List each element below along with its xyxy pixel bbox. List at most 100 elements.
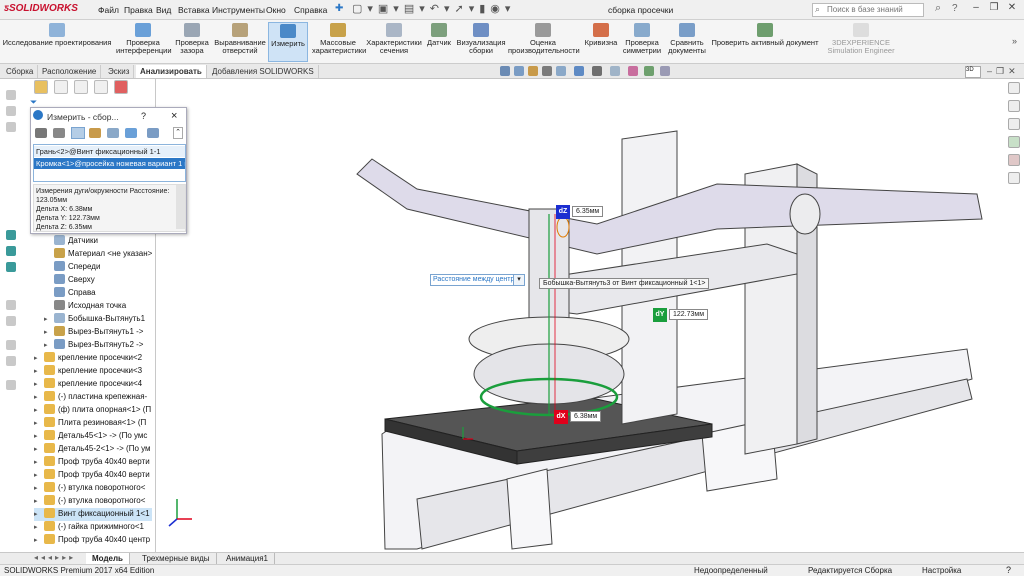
menu-edit[interactable]: Правка (124, 5, 153, 15)
help-icon[interactable]: ? (952, 3, 958, 14)
strip-icon-9[interactable] (6, 340, 16, 350)
simulation-engineer-button[interactable]: 3DEXPERIENCE Simulation Engineer (826, 22, 896, 62)
minimize-button[interactable]: – (968, 2, 984, 18)
appearances-icon[interactable] (1008, 154, 1020, 166)
strip-icon-1[interactable] (6, 90, 16, 100)
tree-item[interactable]: Исходная точка (44, 300, 152, 313)
edit-appearance-icon[interactable] (628, 66, 638, 76)
strip-icon-6[interactable] (6, 262, 16, 272)
3d-view-icon[interactable]: 3D (965, 66, 981, 78)
strip-icon-2[interactable] (6, 106, 16, 116)
tree-item[interactable]: ▸ Вырез-Вытянуть2 -> (44, 339, 152, 352)
tree-item[interactable]: ▸ (-) пластина крепежная- (34, 391, 152, 404)
resources-icon[interactable] (1008, 82, 1020, 94)
window-controls[interactable]: –❐✕ (987, 66, 1020, 77)
point-to-point-icon[interactable] (89, 128, 101, 138)
status-units[interactable]: Настройка (922, 566, 961, 575)
apply-scene-icon[interactable] (644, 66, 654, 76)
assembly-visualization-button[interactable]: Визуализация сборки (456, 22, 506, 62)
tab-assembly[interactable]: Сборка (2, 65, 39, 78)
tree-item[interactable]: Датчики (44, 235, 152, 248)
view-palette-icon[interactable] (1008, 136, 1020, 148)
strip-icon-10[interactable] (6, 356, 16, 366)
menu-insert[interactable]: Вставка (178, 5, 210, 15)
tab-sketch[interactable]: Эскиз (104, 65, 135, 78)
expand-arrow-icon[interactable]: ▸ (34, 523, 41, 531)
arc-options-icon[interactable] (35, 128, 47, 138)
strip-icon-7[interactable] (6, 300, 16, 310)
display-style-icon[interactable] (592, 66, 602, 76)
expand-arrow-icon[interactable]: ▸ (44, 341, 51, 349)
dynamic-annotation-icon[interactable] (556, 66, 566, 76)
tab-layout[interactable]: Расположение (38, 65, 102, 78)
strip-icon-3[interactable] (6, 122, 16, 132)
expand-arrow-icon[interactable]: ▸ (34, 536, 41, 544)
dimxpert-tab-icon[interactable] (94, 80, 108, 94)
close-window-button[interactable]: ✕ (1004, 2, 1020, 18)
expand-arrow-icon[interactable]: ▸ (34, 445, 41, 453)
zoom-area-icon[interactable] (514, 66, 524, 76)
expand-arrow-icon[interactable]: ▸ (34, 380, 41, 388)
measure-button[interactable]: Измерить (268, 22, 308, 62)
units-icon[interactable] (53, 128, 65, 138)
performance-evaluation-button[interactable]: Оценка производительности (508, 22, 580, 62)
graphics-area[interactable] (157, 79, 1003, 552)
expand-arrow-icon[interactable]: ▸ (34, 510, 41, 518)
chevron-right-icon[interactable]: » (1012, 36, 1017, 46)
tree-item[interactable]: ▸ Бобышка-Вытянуть1 (44, 313, 152, 326)
section-view-icon[interactable] (542, 66, 552, 76)
tree-item[interactable]: ▸ крепление просечки<2 (34, 352, 152, 365)
strip-icon-5[interactable] (6, 246, 16, 256)
property-manager-tab-icon[interactable] (54, 80, 68, 94)
chevron-down-icon[interactable]: ▾ (513, 274, 525, 286)
tree-item[interactable]: ▸ Проф труба 40х40 верти (34, 456, 152, 469)
tree-item[interactable]: Спереди (44, 261, 152, 274)
file-explorer-icon[interactable] (1008, 118, 1020, 130)
menu-help[interactable]: Справка (294, 5, 327, 15)
pin-icon[interactable]: ✚ (335, 3, 343, 14)
tree-item[interactable]: ▸ Деталь45-2<1> -> (По ум (34, 443, 152, 456)
tree-item[interactable]: ▸ (-) гайка прижимного<1 (34, 521, 152, 534)
feature-manager-tab-icon[interactable] (34, 80, 48, 94)
design-library-icon[interactable] (1008, 100, 1020, 112)
strip-icon-4[interactable] (6, 230, 16, 240)
tab-addins[interactable]: Добавления SOLIDWORKS (208, 65, 319, 78)
expand-arrow-icon[interactable]: ▸ (44, 315, 51, 323)
tab-scroll-arrows[interactable]: ◂◂◂▸▸▸ (34, 553, 76, 562)
strip-icon-8[interactable] (6, 316, 16, 326)
projection-icon[interactable] (107, 128, 119, 138)
tree-item[interactable]: ▸ Проф труба 40х40 верти (34, 469, 152, 482)
hole-alignment-button[interactable]: Выравнивание отверстий (214, 22, 266, 62)
previous-view-icon[interactable] (528, 66, 538, 76)
design-study-button[interactable]: Исследование проектирования (2, 22, 112, 62)
tree-item[interactable]: ▸ крепление просечки<4 (34, 378, 152, 391)
expand-arrow-icon[interactable]: ▸ (34, 484, 41, 492)
interference-check-button[interactable]: Проверка интерференции (116, 22, 172, 62)
expand-arrow-icon[interactable]: ▸ (34, 419, 41, 427)
tree-item[interactable]: ▸ (-) втулка поворотного< (34, 482, 152, 495)
quick-access-toolbar[interactable]: ▢▾▣▾▤▾↶▾➚▾▮◉▾ (352, 2, 515, 15)
tree-item[interactable]: ▸ Винт фиксационный 1<1 (34, 508, 152, 521)
expand-arrow-icon[interactable]: ▸ (34, 406, 41, 414)
help-icon[interactable]: ? (1006, 565, 1011, 575)
tree-item[interactable]: Справа (44, 287, 152, 300)
expand-arrow-icon[interactable]: ▸ (34, 497, 41, 505)
tree-item[interactable]: ▸ (-) втулка поворотного< (34, 495, 152, 508)
menu-window[interactable]: Окно (266, 5, 286, 15)
custom-properties-icon[interactable] (1008, 172, 1020, 184)
configuration-manager-tab-icon[interactable] (74, 80, 88, 94)
menu-view[interactable]: Вид (156, 5, 171, 15)
symmetry-check-button[interactable]: Проверка симметрии (620, 22, 664, 62)
expand-arrow-icon[interactable]: ▸ (34, 471, 41, 479)
distance-type-dropdown[interactable]: Расстояние между центр (430, 274, 522, 286)
tree-item[interactable]: ▸ крепление просечки<3 (34, 365, 152, 378)
tree-item[interactable]: ▸ Проф труба 40х40 центр (34, 534, 152, 547)
clearance-check-button[interactable]: Проверка зазора (172, 22, 212, 62)
mass-properties-button[interactable]: Массовые характеристики (312, 22, 366, 62)
expand-arrow-icon[interactable]: ▸ (34, 432, 41, 440)
xyz-measure-icon[interactable] (71, 127, 85, 139)
display-manager-tab-icon[interactable] (114, 80, 128, 94)
tree-item[interactable]: ▸ Плита резиновая<1> (П (34, 417, 152, 430)
tab-evaluate[interactable]: Анализировать (136, 65, 207, 78)
curvature-button[interactable]: Кривизна (582, 22, 620, 62)
